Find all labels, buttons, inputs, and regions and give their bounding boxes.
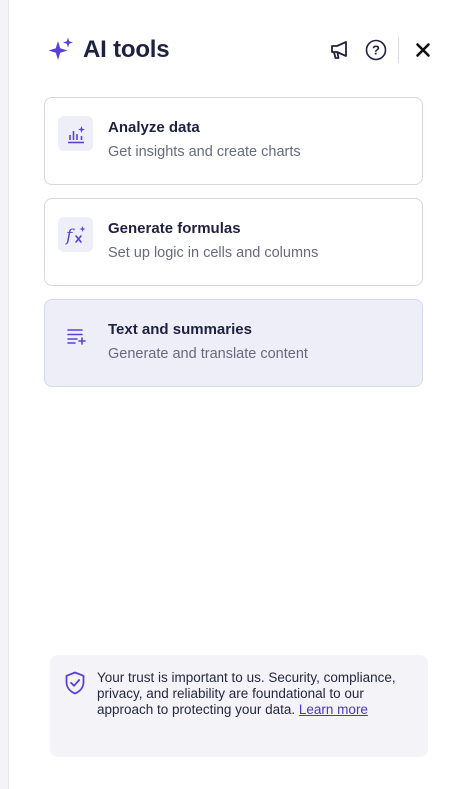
panel-left-edge	[0, 0, 9, 789]
tool-card-text-and-summaries[interactable]: Text and summaries Generate and translat…	[44, 299, 423, 387]
trust-message: Your trust is important to us. Security,…	[97, 670, 412, 757]
tool-card-generate-formulas[interactable]: f Generate formulas Set up logic in cell…	[44, 198, 423, 286]
panel-title: AI tools	[83, 36, 170, 63]
svg-text:?: ?	[372, 43, 380, 58]
chart-sparkle-icon	[67, 125, 85, 143]
tool-title: Text and summaries	[108, 321, 252, 338]
header-divider	[398, 37, 399, 63]
trust-notice: Your trust is important to us. Security,…	[50, 655, 428, 757]
tool-card-analyze-data[interactable]: Analyze data Get insights and create cha…	[44, 97, 423, 185]
help-icon: ?	[365, 39, 387, 61]
panel-header: AI tools ?	[48, 30, 437, 70]
close-icon	[416, 43, 430, 57]
text-lines-icon	[66, 328, 86, 345]
sparkle-icon	[48, 37, 73, 60]
card-icon-box: f	[58, 217, 93, 252]
card-text: Text and summaries Generate and translat…	[108, 318, 308, 363]
formula-icon: f	[64, 225, 85, 246]
close-button[interactable]	[409, 36, 437, 64]
learn-more-link[interactable]: Learn more	[299, 702, 368, 717]
tool-subtitle: Set up logic in cells and columns	[108, 245, 319, 261]
help-button[interactable]: ?	[362, 36, 390, 64]
tool-title: Generate formulas	[108, 220, 241, 237]
card-icon-box	[58, 116, 93, 151]
card-text: Analyze data Get insights and create cha…	[108, 116, 301, 161]
tool-title: Analyze data	[108, 119, 200, 136]
tool-list: Analyze data Get insights and create cha…	[44, 97, 423, 400]
announcement-button[interactable]	[326, 36, 354, 64]
header-actions: ?	[326, 36, 437, 64]
announcement-icon	[331, 41, 347, 59]
tool-subtitle: Get insights and create charts	[108, 144, 301, 160]
tool-subtitle: Generate and translate content	[108, 346, 308, 362]
card-text: Generate formulas Set up logic in cells …	[108, 217, 318, 262]
shield-check-icon	[65, 671, 85, 695]
card-icon-box	[58, 318, 93, 353]
svg-text:f: f	[64, 226, 75, 246]
